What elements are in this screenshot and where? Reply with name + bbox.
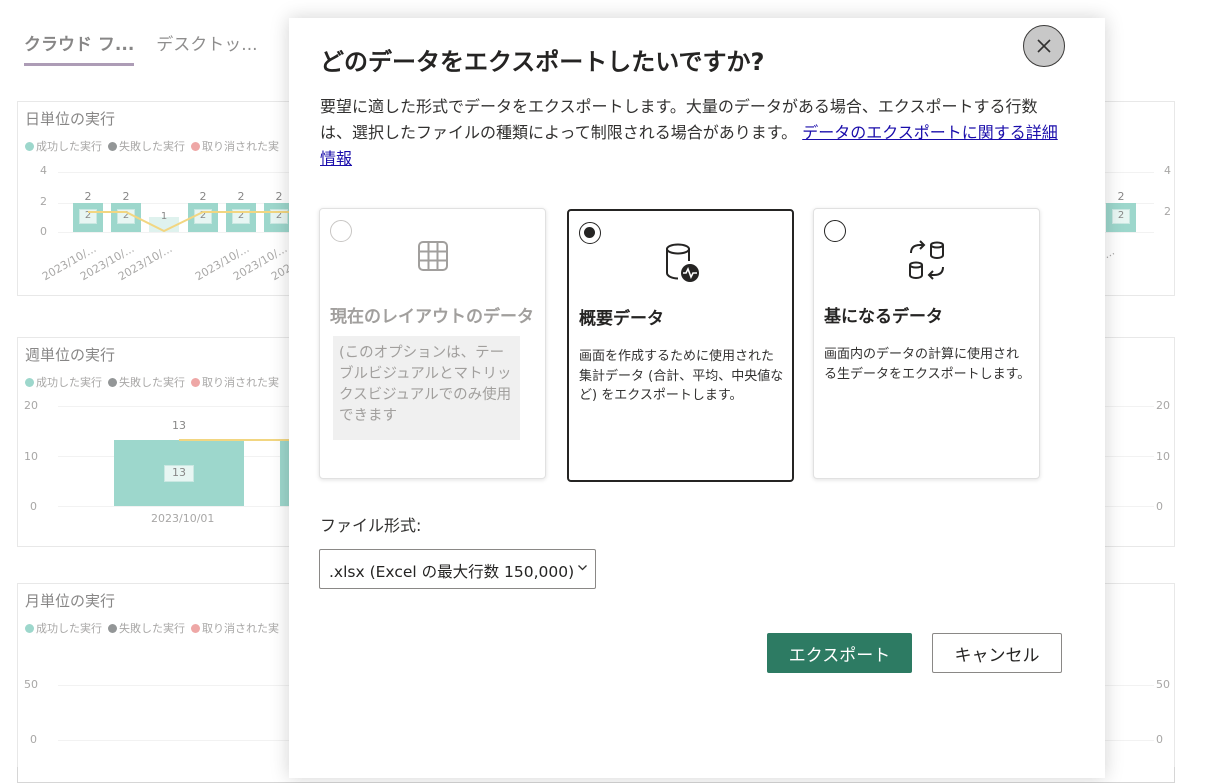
option-underlying-data[interactable]: 基になるデータ 画面内のデータの計算に使用される生データをエクスポートします。 — [813, 208, 1040, 479]
export-button[interactable]: エクスポート — [767, 633, 912, 673]
table-grid-icon — [320, 239, 545, 283]
option-description: 画面内のデータの計算に使用される生データをエクスポートします。 — [824, 347, 1031, 382]
option-title: 基になるデータ — [824, 307, 943, 327]
close-button[interactable] — [1023, 25, 1065, 67]
export-data-dialog: どのデータをエクスポートしたいですか? 要望に適した形式でデータをエクスポートし… — [289, 18, 1105, 778]
dialog-title: どのデータをエクスポートしたいですか? — [320, 48, 765, 76]
file-format-dropdown[interactable]: .xlsx (Excel の最大行数 150,000) — [319, 549, 596, 589]
file-format-value: .xlsx (Excel の最大行数 150,000) — [329, 563, 575, 581]
database-transfer-icon — [814, 239, 1039, 283]
option-title: 概要データ — [579, 309, 664, 329]
cancel-button[interactable]: キャンセル — [932, 633, 1062, 673]
chevron-down-icon — [578, 565, 587, 571]
option-title: 現在のレイアウトのデータ — [330, 307, 534, 327]
option-description: 画面を作成するために使用された集計データ (合計、平均、中央値など) をエクスポ… — [579, 349, 784, 403]
close-icon — [1037, 39, 1051, 53]
option-summarized-data[interactable]: 概要データ 画面を作成するために使用された集計データ (合計、平均、中央値など)… — [567, 209, 794, 482]
file-format-label: ファイル形式: — [320, 516, 422, 535]
database-pulse-icon — [569, 241, 792, 285]
dialog-description: 要望に適した形式でデータをエクスポートします。大量のデータがある場合、エクスポー… — [320, 94, 1065, 172]
option-disabled-note: (このオプションは、テーブルビジュアルとマトリックスビジュアルでのみ使用できます — [333, 336, 520, 440]
option-current-layout: 現在のレイアウトのデータ (このオプションは、テーブルビジュアルとマトリックスビ… — [319, 208, 546, 479]
